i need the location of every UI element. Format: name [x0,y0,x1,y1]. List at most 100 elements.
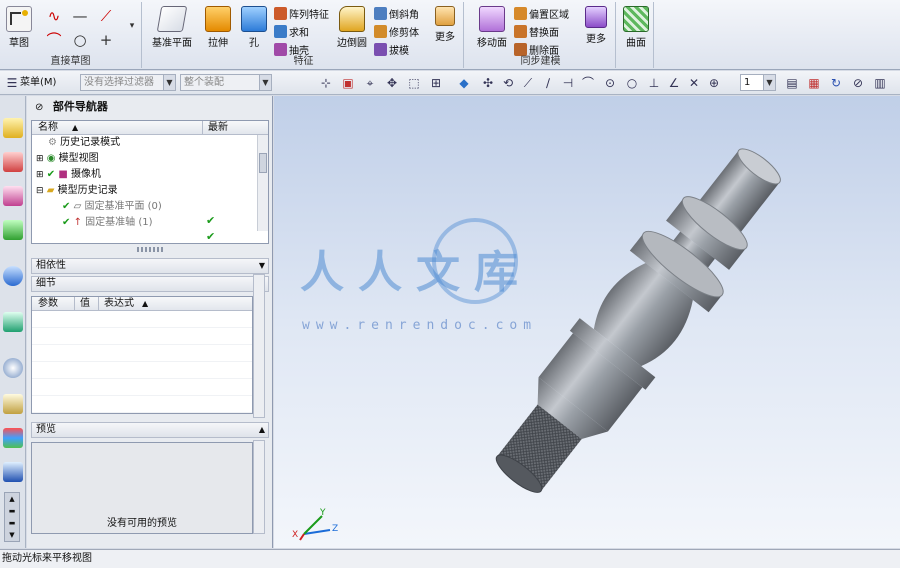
profile-icon[interactable]: ∿ [44,6,64,26]
select-body-icon[interactable]: ✥ [384,75,400,91]
intersection-snap-icon[interactable]: ✕ [686,75,702,91]
more-label-2: 更多 [586,34,606,45]
tree-item-model-views[interactable]: ⊞ ◉ 模型视图 [36,151,99,167]
replace-face-button[interactable]: 替换面 [514,23,559,39]
more-sync-button[interactable]: 更多 [580,4,612,52]
col-name-header[interactable]: 名称 [38,121,58,134]
details-table: 参数 值 表达式 ▲ [31,296,253,414]
point-icon[interactable]: + [96,30,116,50]
line-icon[interactable]: — [70,6,90,26]
system-scenes-icon[interactable] [3,462,23,482]
assembly-navigator-icon[interactable] [3,118,23,138]
arc-icon[interactable]: ⌒ [44,30,64,50]
process-studio-icon[interactable] [3,394,23,414]
tree-item-datum-axis[interactable]: ✔ ↑ 固定基准轴 (1) [62,215,153,231]
pin-icon[interactable]: ⊘ [35,102,43,113]
assembly-scope-combo[interactable]: 整个装配 ▼ [180,74,272,91]
hd3d-tools-icon[interactable] [3,266,23,286]
details-scrollbar[interactable] [253,274,265,418]
array-feature-button[interactable]: 阵列特征 [274,5,329,21]
tree-item-history-mode[interactable]: ⚙ 历史记录模式 [48,135,120,151]
trim-body-label: 修剪体 [389,27,419,39]
pan-icon[interactable]: ✣ [480,75,496,91]
constraint-navigator-icon[interactable] [3,152,23,172]
work-layer-combo[interactable]: 1 ▼ [740,74,776,91]
snap-point-icon[interactable]: ▣ [340,75,356,91]
datum-axis-icon: ↑ [73,217,82,228]
history-icon[interactable] [3,358,23,378]
col-divider [202,121,203,135]
arc-center-snap-icon[interactable]: ⌒ [580,75,596,91]
dependency-label: 相依性 [36,260,66,271]
existing-point-icon[interactable]: ⊕ [706,75,722,91]
surface-button[interactable]: 曲面 [620,4,652,52]
col-latest-header[interactable]: 最新 [208,121,228,134]
line-slant-icon[interactable]: ⟋ [96,6,116,26]
top-border-toolbar: ☰ 菜单(M) 没有选择过滤器 ▼ 整个装配 ▼ ⊹ ▣ ⌖ ✥ ⬚ ⊞ ◆ ✣… [0,71,900,95]
col-expression-header[interactable]: 表达式 [104,297,134,310]
col-value-header[interactable]: 值 [80,297,90,310]
control-point-snap-icon[interactable]: ⊣ [560,75,576,91]
select-all-icon[interactable]: ⊹ [318,75,334,91]
ribbon-bar: 草图 ∿ — ⟋ ⌒ ○ + ▾ 直接草图 基准平面 拉伸 孔 阵列特征 求和 [0,0,900,70]
col-param-header[interactable]: 参数 [38,297,58,310]
hole-button[interactable]: 孔 [238,4,270,52]
graphics-viewport[interactable]: 人人文库 www.renrendoc.com X Y Z [274,96,900,548]
menu-button[interactable]: 菜单(M) [20,75,56,91]
preview-scrollbar[interactable] [253,440,265,534]
more-feature-button[interactable]: 更多 [430,4,460,52]
point-on-curve-icon[interactable]: ⊥ [646,75,662,91]
tree-item-datum-plane[interactable]: ✔ ▱ 固定基准平面 (0) [62,199,162,215]
menu-icon[interactable]: ☰ [4,75,20,91]
roles-icon[interactable] [3,428,23,448]
expand-icon[interactable]: ⊞ [36,170,44,180]
move-face-button[interactable]: 移动面 [472,4,512,52]
quadrant-snap-icon[interactable]: ⊙ [602,75,618,91]
splitter-handle[interactable] [137,247,163,252]
resbar-scroll[interactable]: ▲ ▬ ▬ ▼ [4,492,20,542]
circle-icon[interactable]: ○ [70,30,90,50]
tree-item-label: 历史记录模式 [60,137,121,148]
offset-region-button[interactable]: 偏置区域 [514,5,569,21]
chevron-down-icon: ▼ [163,75,175,90]
details-header: 参数 值 表达式 ▲ [32,297,252,311]
refresh-icon[interactable]: ↻ [828,75,844,91]
view-triad[interactable]: X Y Z [292,508,342,544]
tree-scroll-thumb[interactable] [259,153,267,173]
select-feature-icon[interactable]: ⌖ [362,75,378,91]
layer-settings-icon[interactable]: ▤ [784,75,800,91]
tree-item-model-history[interactable]: ⊟ ▰ 模型历史记录 [36,183,118,199]
fit-view-icon[interactable]: ⬚ [406,75,422,91]
selection-filter-combo[interactable]: 没有选择过滤器 ▼ [80,74,176,91]
render-style-icon[interactable]: ◆ [456,75,472,91]
tangent-snap-icon[interactable]: ∠ [666,75,682,91]
rotate-icon[interactable]: ⟲ [500,75,516,91]
shaded-view-icon[interactable]: ▦ [806,75,822,91]
reuse-library-icon[interactable] [3,220,23,240]
surface-icon [623,6,649,32]
part-navigator-icon[interactable] [3,186,23,206]
extrude-button[interactable]: 拉伸 [200,4,236,52]
preview-section[interactable]: 预览 ▲ [31,422,269,438]
web-browser-icon[interactable] [3,312,23,332]
datum-plane-button[interactable]: 基准平面 [150,4,194,52]
midpoint-snap-icon[interactable]: ∕ [540,75,556,91]
zoom-icon[interactable]: ⊞ [428,75,444,91]
details-section[interactable]: 细节 ▲ [31,276,269,292]
dependency-section[interactable]: 相依性 ▼ [31,258,269,274]
circle-snap-icon[interactable]: ○ [624,75,640,91]
chamfer-button[interactable]: 倒斜角 [374,5,419,21]
tree-scrollbar[interactable] [257,135,268,231]
unite-button[interactable]: 求和 [274,23,309,39]
edge-blend-button[interactable]: 边倒圆 [332,4,372,52]
expand-icon[interactable]: ⊞ [36,154,44,164]
settings-icon[interactable]: ▥ [872,75,888,91]
sketch-button[interactable]: 草图 [2,4,36,52]
collapse-icon[interactable]: ⊟ [36,186,44,196]
more-sketch-icon[interactable]: ▾ [122,16,142,36]
orient-icon[interactable]: ⊘ [850,75,866,91]
tree-item-cameras[interactable]: ⊞ ✔ ■ 摄像机 [36,167,101,183]
endpoint-snap-icon[interactable]: ⟋ [520,75,536,91]
history-mode-icon: ⚙ [48,137,57,148]
trim-body-button[interactable]: 修剪体 [374,23,419,39]
